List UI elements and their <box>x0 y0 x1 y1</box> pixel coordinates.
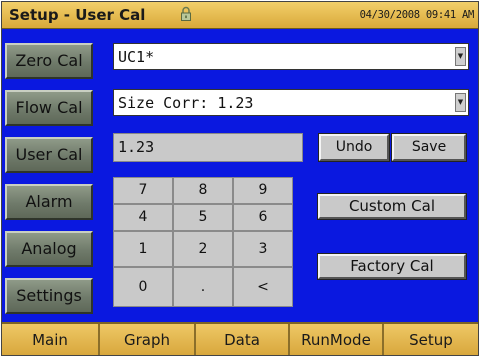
key-4[interactable]: 4 <box>113 204 173 231</box>
tab-runmode[interactable]: RunMode <box>290 324 384 355</box>
value-entry-text: 1.23 <box>118 138 155 156</box>
cal-select-value: UC1* <box>118 48 155 66</box>
custom-cal-button[interactable]: Custom Cal <box>317 193 467 220</box>
key-2[interactable]: 2 <box>173 231 233 267</box>
sidebar-item-settings[interactable]: Settings <box>5 278 93 314</box>
sidebar: Zero Cal Flow Cal User Cal Alarm Analog … <box>2 29 98 324</box>
dropdown-arrow-icon[interactable]: ▼ <box>455 93 466 112</box>
value-entry-field[interactable]: 1.23 <box>113 133 303 162</box>
param-select-value: Size Corr: 1.23 <box>118 94 254 112</box>
page-title: Setup - User Cal <box>9 6 146 24</box>
key-decimal[interactable]: . <box>173 267 233 307</box>
cal-select-dropdown[interactable]: UC1* ▼ <box>113 43 469 70</box>
key-3[interactable]: 3 <box>233 231 293 267</box>
key-backspace[interactable]: < <box>233 267 293 307</box>
key-0[interactable]: 0 <box>113 267 173 307</box>
tab-data[interactable]: Data <box>196 324 290 355</box>
key-5[interactable]: 5 <box>173 204 233 231</box>
sidebar-item-alarm[interactable]: Alarm <box>5 184 93 220</box>
bottom-tab-bar: Main Graph Data RunMode Setup <box>2 322 478 355</box>
sidebar-item-user-cal[interactable]: User Cal <box>5 137 93 173</box>
device-screen: Setup - User Cal 04/30/2008 09:41 AM Zer… <box>1 1 479 356</box>
datetime-readout: 04/30/2008 09:41 AM <box>359 9 475 21</box>
key-8[interactable]: 8 <box>173 177 233 204</box>
undo-button[interactable]: Undo <box>318 133 390 162</box>
tab-main[interactable]: Main <box>2 324 100 355</box>
lock-icon <box>180 6 192 22</box>
title-bar: Setup - User Cal 04/30/2008 09:41 AM <box>2 2 478 29</box>
tab-graph[interactable]: Graph <box>100 324 196 355</box>
sidebar-item-analog[interactable]: Analog <box>5 231 93 267</box>
key-7[interactable]: 7 <box>113 177 173 204</box>
key-6[interactable]: 6 <box>233 204 293 231</box>
save-button[interactable]: Save <box>391 133 467 162</box>
numeric-keypad: 7 8 9 4 5 6 1 2 3 0 . < <box>113 177 293 313</box>
param-select-dropdown[interactable]: Size Corr: 1.23 ▼ <box>113 89 469 116</box>
key-9[interactable]: 9 <box>233 177 293 204</box>
sidebar-item-zero-cal[interactable]: Zero Cal <box>5 43 93 79</box>
dropdown-arrow-icon[interactable]: ▼ <box>455 47 466 66</box>
key-1[interactable]: 1 <box>113 231 173 267</box>
sidebar-item-flow-cal[interactable]: Flow Cal <box>5 90 93 126</box>
tab-setup[interactable]: Setup <box>384 324 478 355</box>
factory-cal-button[interactable]: Factory Cal <box>317 253 467 280</box>
